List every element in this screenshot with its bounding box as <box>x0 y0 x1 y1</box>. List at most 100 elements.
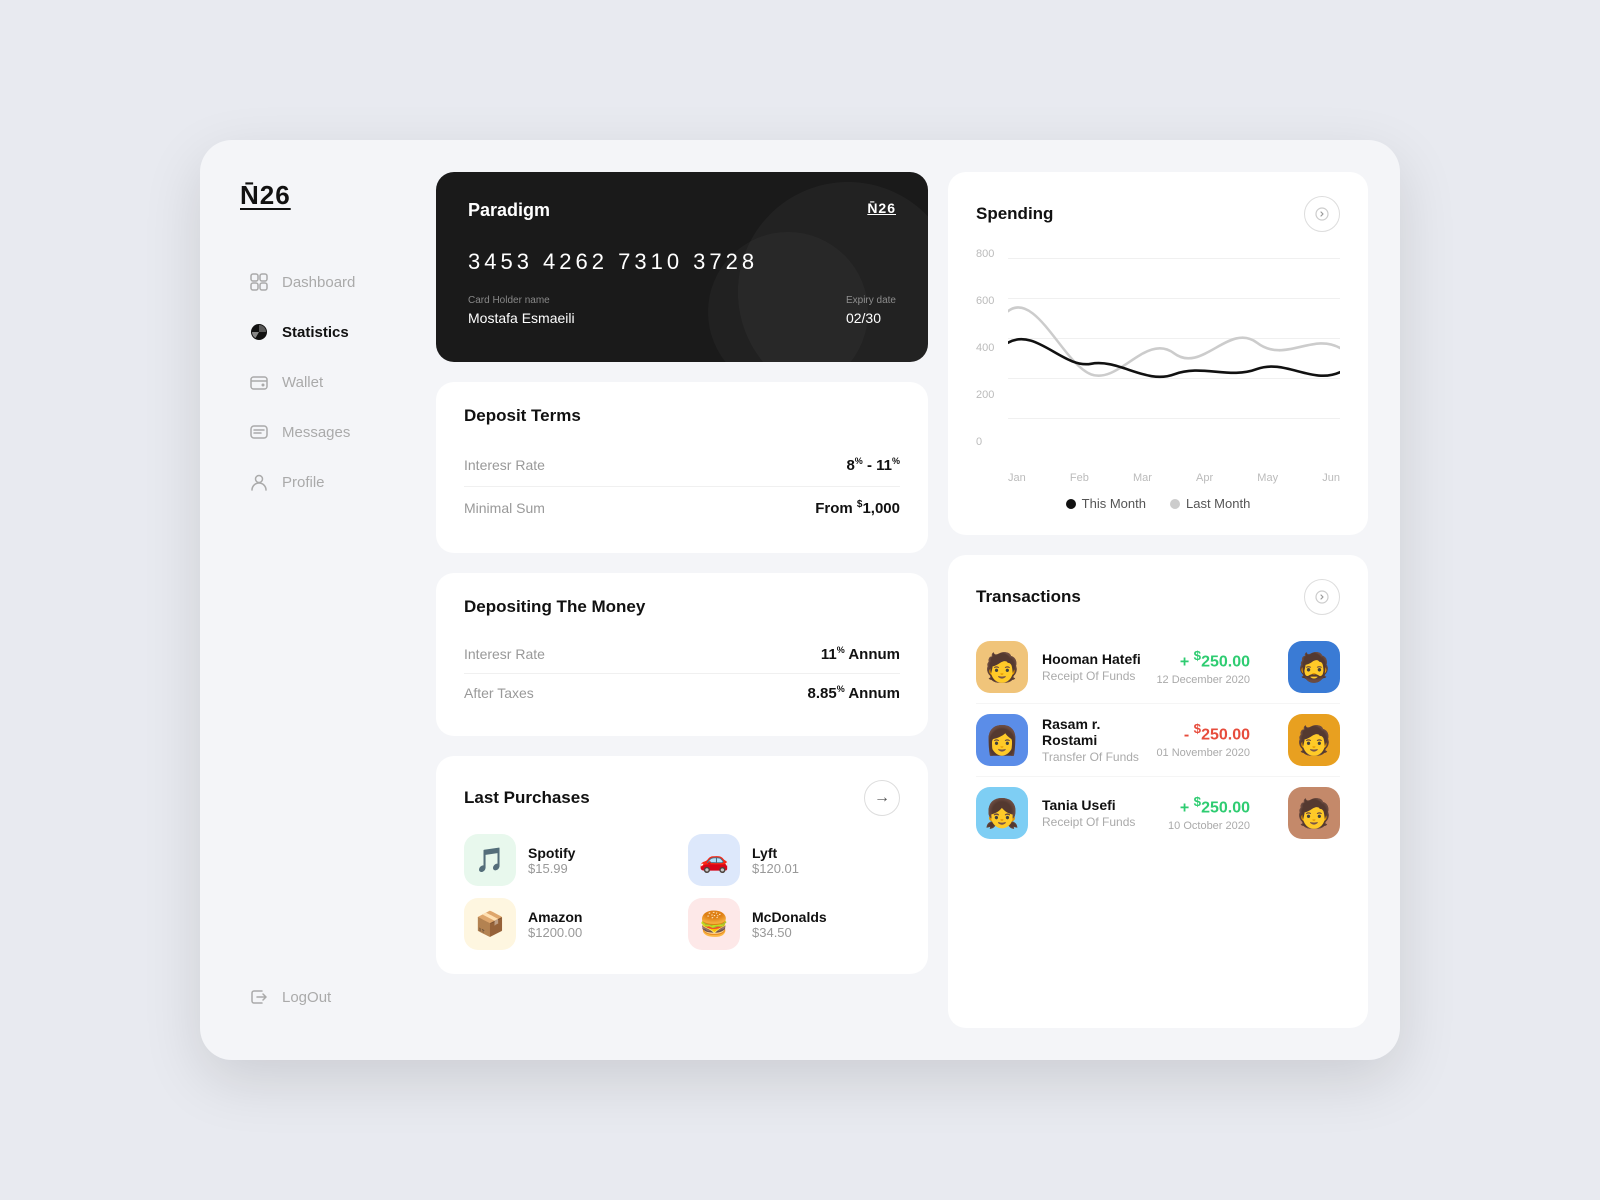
messages-icon <box>248 421 270 443</box>
tx-desc-hooman: Receipt Of Funds <box>1042 669 1142 683</box>
chart-legend: This Month Last Month <box>976 496 1340 511</box>
card-expiry-label: Expiry date <box>846 295 896 306</box>
dashboard-icon <box>248 271 270 293</box>
left-column: Paradigm N̄26 3453 4262 7310 3728 Card H… <box>436 172 928 1028</box>
transactions-arrow-button[interactable] <box>1304 579 1340 615</box>
purchase-item-lyft: 🚗 Lyft $120.01 <box>688 834 900 886</box>
amazon-icon: 📦 <box>464 898 516 950</box>
card-number: 3453 4262 7310 3728 <box>468 249 896 275</box>
depositing-tax-label: After Taxes <box>464 685 534 701</box>
main-content: Paradigm N̄26 3453 4262 7310 3728 Card H… <box>436 172 1368 1028</box>
wallet-icon <box>248 371 270 393</box>
deposit-sum-label: Minimal Sum <box>464 500 545 516</box>
tx-date-rasam: 01 November 2020 <box>1156 747 1250 759</box>
logout-icon <box>248 986 270 1008</box>
tx-peek-avatar-3: 🧑 <box>1288 787 1340 839</box>
spending-arrow-button[interactable] <box>1304 196 1340 232</box>
transactions-panel: Transactions 🧑 Hooman Hatefi Receipt Of … <box>948 555 1368 1028</box>
depositing-panel: Depositing The Money Interesr Rate 11% A… <box>436 573 928 736</box>
purchase-item-spotify: 🎵 Spotify $15.99 <box>464 834 676 886</box>
deposit-row-sum: Minimal Sum From $1,000 <box>464 487 900 529</box>
legend-last-month-dot <box>1170 499 1180 509</box>
chart-svg-container <box>1008 248 1340 448</box>
purchase-item-amazon: 📦 Amazon $1200.00 <box>464 898 676 950</box>
tx-avatar-hooman: 🧑 <box>976 641 1028 693</box>
lyft-icon: 🚗 <box>688 834 740 886</box>
depositing-row-tax: After Taxes 8.85% Annum <box>464 674 900 712</box>
legend-this-month-dot <box>1066 499 1076 509</box>
tx-desc-rasam: Transfer Of Funds <box>1042 750 1142 764</box>
purchases-arrow-button[interactable]: → <box>864 780 900 816</box>
sidebar-item-profile-label: Profile <box>282 474 325 491</box>
spotify-icon: 🎵 <box>464 834 516 886</box>
tx-amount-rasam: - $250.00 <box>1156 721 1250 744</box>
sidebar-item-wallet[interactable]: Wallet <box>232 359 412 405</box>
transaction-item-hooman: 🧑 Hooman Hatefi Receipt Of Funds + $250.… <box>976 631 1340 704</box>
spotify-name: Spotify <box>528 845 575 861</box>
deposit-terms-title: Deposit Terms <box>464 406 900 426</box>
amazon-name: Amazon <box>528 909 582 925</box>
sidebar-item-dashboard-label: Dashboard <box>282 274 355 291</box>
depositing-title: Depositing The Money <box>464 597 900 617</box>
mcdonalds-name: McDonalds <box>752 909 827 925</box>
purchase-item-mcdonalds: 🍔 McDonalds $34.50 <box>688 898 900 950</box>
deposit-rate-label: Interesr Rate <box>464 457 545 473</box>
card-holder-label: Card Holder name <box>468 295 575 306</box>
deposit-terms-panel: Deposit Terms Interesr Rate 8% - 11% Min… <box>436 382 928 553</box>
purchases-title: Last Purchases <box>464 788 590 808</box>
tx-peek-avatar-1: 🧔 <box>1288 641 1340 693</box>
sidebar-item-statistics[interactable]: Statistics <box>232 309 412 355</box>
chart-x-labels: Jan Feb Mar Apr May Jun <box>976 472 1340 484</box>
nav-items: Dashboard Statistics <box>232 259 412 974</box>
tx-date-tania: 10 October 2020 <box>1168 820 1250 832</box>
lyft-name: Lyft <box>752 845 799 861</box>
legend-this-month-label: This Month <box>1082 496 1146 511</box>
deposit-sum-value: From $1,000 <box>815 499 900 517</box>
logo: N̄26 <box>232 180 412 211</box>
sidebar-item-messages-label: Messages <box>282 424 350 441</box>
tx-name-hooman: Hooman Hatefi <box>1042 651 1142 667</box>
depositing-rate-value: 11% Annum <box>821 645 900 663</box>
deposit-rate-value: 8% - 11% <box>846 456 900 474</box>
sidebar-item-profile[interactable]: Profile <box>232 459 412 505</box>
transaction-item-tania: 👧 Tania Usefi Receipt Of Funds + $250.00… <box>976 777 1340 849</box>
tx-desc-tania: Receipt Of Funds <box>1042 815 1154 829</box>
logout-label: LogOut <box>282 989 331 1006</box>
tx-peek-avatar-2: 🧑 <box>1288 714 1340 766</box>
tx-name-tania: Tania Usefi <box>1042 797 1154 813</box>
legend-last-month: Last Month <box>1170 496 1250 511</box>
transactions-title: Transactions <box>976 587 1081 607</box>
spotify-amount: $15.99 <box>528 861 575 876</box>
card-brand: Paradigm <box>468 200 550 221</box>
sidebar: N̄26 Dashboard <box>232 172 412 1028</box>
statistics-icon <box>248 321 270 343</box>
depositing-row-rate: Interesr Rate 11% Annum <box>464 635 900 674</box>
sidebar-item-statistics-label: Statistics <box>282 324 349 341</box>
logout-button[interactable]: LogOut <box>232 974 412 1020</box>
depositing-rate-label: Interesr Rate <box>464 646 545 662</box>
purchases-panel: Last Purchases → 🎵 Spotify $15.99 🚗 <box>436 756 928 974</box>
chart-y-labels: 800 600 400 200 0 <box>976 248 994 468</box>
card-expiry: 02/30 <box>846 310 896 326</box>
mcdonalds-icon: 🍔 <box>688 898 740 950</box>
tx-avatar-rasam: 👩 <box>976 714 1028 766</box>
card-holder-name: Mostafa Esmaeili <box>468 310 575 326</box>
sidebar-item-messages[interactable]: Messages <box>232 409 412 455</box>
credit-card: Paradigm N̄26 3453 4262 7310 3728 Card H… <box>436 172 928 362</box>
profile-icon <box>248 471 270 493</box>
spending-panel: Spending 800 600 400 200 0 <box>948 172 1368 535</box>
amazon-amount: $1200.00 <box>528 925 582 940</box>
purchases-grid: 🎵 Spotify $15.99 🚗 Lyft $120.01 <box>464 834 900 950</box>
lyft-amount: $120.01 <box>752 861 799 876</box>
tx-name-rasam: Rasam r. Rostami <box>1042 716 1142 748</box>
deposit-row-rate: Interesr Rate 8% - 11% <box>464 444 900 487</box>
sidebar-item-dashboard[interactable]: Dashboard <box>232 259 412 305</box>
card-logo: N̄26 <box>867 200 896 216</box>
tx-date-hooman: 12 December 2020 <box>1156 674 1250 686</box>
legend-last-month-label: Last Month <box>1186 496 1250 511</box>
tx-amount-hooman: + $250.00 <box>1156 648 1250 671</box>
depositing-tax-value: 8.85% Annum <box>808 684 901 702</box>
mcdonalds-amount: $34.50 <box>752 925 827 940</box>
main-container: N̄26 Dashboard <box>200 140 1400 1060</box>
sidebar-item-wallet-label: Wallet <box>282 374 323 391</box>
